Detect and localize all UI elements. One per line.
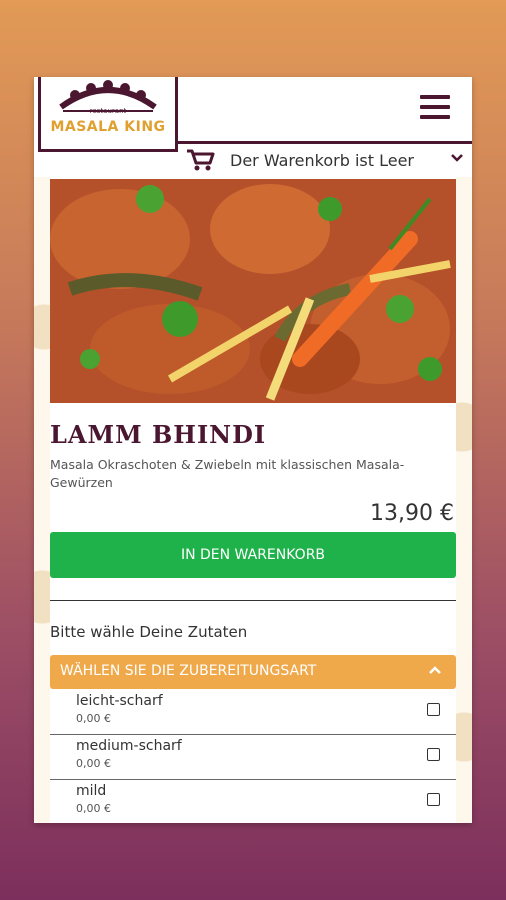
option-row[interactable]: medium-scharf 0,00 €	[50, 736, 456, 780]
menu-icon[interactable]	[420, 95, 450, 121]
product-price: 13,90 €	[370, 501, 454, 526]
option-price: 0,00 €	[76, 802, 111, 815]
add-to-cart-button[interactable]: IN DEN WARENKORB	[50, 532, 456, 578]
option-price: 0,00 €	[76, 757, 111, 770]
brand-name: MASALA KING	[50, 119, 166, 135]
brand-subtitle: restaurant	[89, 107, 127, 115]
cart-icon	[187, 149, 215, 171]
accordion-title: WÄHLEN SIE DIE ZUBEREITUNGSART	[60, 663, 317, 679]
checkbox-icon[interactable]	[427, 748, 440, 761]
chevron-down-icon	[451, 154, 463, 162]
cart-dropdown[interactable]: Der Warenkorb ist Leer	[184, 147, 464, 173]
option-name: medium-scharf	[76, 738, 182, 754]
product-card: LAMM BHINDI Masala Okraschoten & Zwiebel…	[50, 177, 456, 823]
option-price: 0,00 €	[76, 712, 111, 725]
app-screen: restaurant MASALA KING Der Warenkorb ist…	[34, 77, 472, 823]
content-area: LAMM BHINDI Masala Okraschoten & Zwiebel…	[34, 177, 472, 823]
product-title: LAMM BHINDI	[50, 420, 267, 449]
ingredients-label: Bitte wähle Deine Zutaten	[50, 623, 248, 641]
option-name: mild	[76, 783, 107, 799]
preparation-accordion-header[interactable]: WÄHLEN SIE DIE ZUBEREITUNGSART	[50, 655, 456, 689]
option-row[interactable]: mild 0,00 €	[50, 781, 456, 823]
checkbox-icon[interactable]	[427, 793, 440, 806]
chevron-up-icon	[429, 666, 441, 674]
header-divider	[178, 141, 472, 144]
checkbox-icon[interactable]	[427, 703, 440, 716]
dish-image	[50, 179, 456, 403]
cart-status: Der Warenkorb ist Leer	[230, 151, 414, 170]
header: restaurant MASALA KING Der Warenkorb ist…	[34, 77, 472, 171]
option-name: leicht-scharf	[76, 693, 163, 709]
product-description: Masala Okraschoten & Zwiebeln mit klassi…	[50, 457, 405, 490]
divider	[50, 600, 456, 601]
logo[interactable]: restaurant MASALA KING	[38, 77, 178, 152]
option-row[interactable]: leicht-scharf 0,00 €	[50, 691, 456, 735]
